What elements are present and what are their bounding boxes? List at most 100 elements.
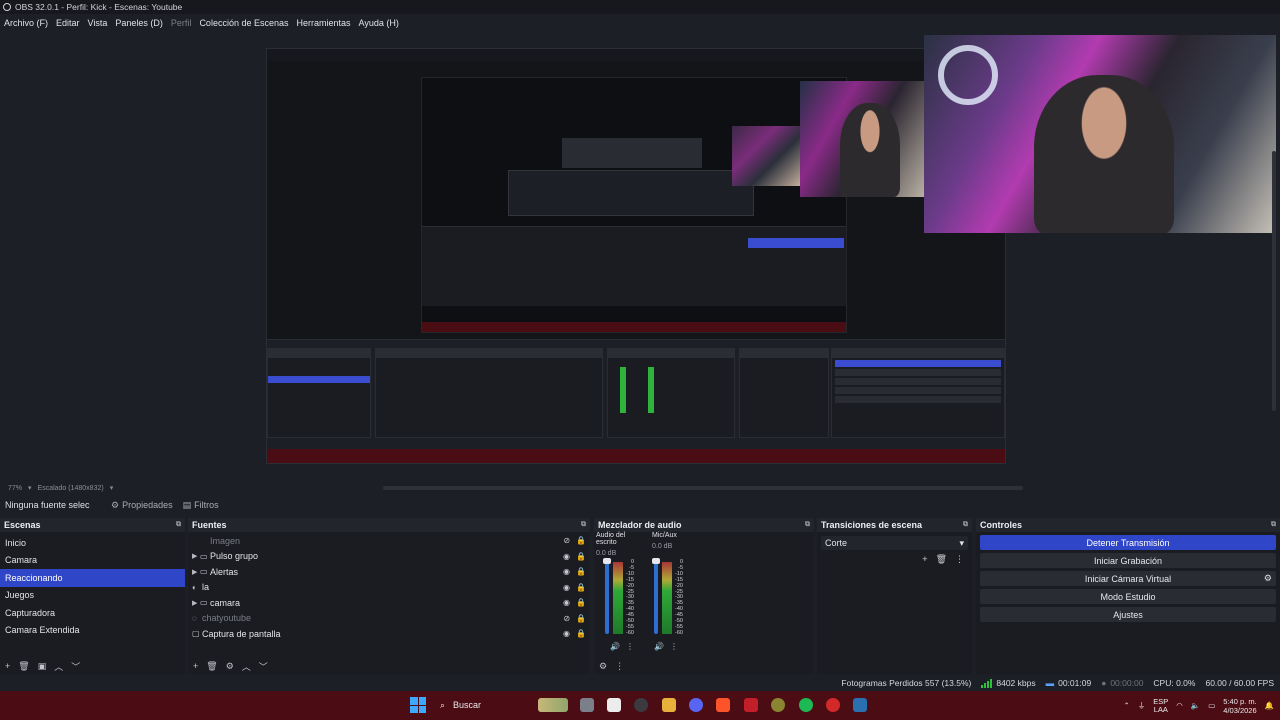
move-down-icon[interactable]: ﹀ (259, 660, 268, 673)
wifi-icon[interactable]: ◠ (1176, 701, 1183, 710)
eye-hidden-icon[interactable]: ⊘ (563, 536, 570, 545)
source-properties-icon[interactable]: ⚙ (226, 661, 234, 672)
expand-arrow-icon[interactable]: ▶ (192, 568, 200, 576)
transition-select[interactable]: Corte ▾ (821, 536, 968, 550)
brave-browser-icon[interactable] (716, 698, 730, 712)
notification-icon[interactable]: 🔔 (1265, 701, 1274, 710)
menu-docks[interactable]: Paneles (D) (115, 18, 163, 28)
recorder-icon[interactable] (826, 698, 840, 712)
more-options-icon[interactable]: ⋮ (615, 661, 624, 672)
remove-transition-icon[interactable]: 🗑 (936, 554, 947, 565)
app-icon[interactable] (771, 698, 785, 712)
eye-icon[interactable]: ◉ (563, 583, 570, 592)
taskbar-search[interactable]: ⌕ Buscar (434, 694, 574, 716)
add-source-icon[interactable]: + (193, 661, 198, 671)
remove-scene-icon[interactable]: 🗑 (18, 661, 29, 672)
file-explorer-icon[interactable] (662, 698, 676, 712)
eye-icon[interactable]: ◉ (563, 567, 570, 576)
dock-float-icon[interactable]: ⧉ (963, 521, 968, 529)
menu-help[interactable]: Ayuda (H) (359, 18, 399, 28)
clock[interactable]: 5:40 p. m. 4/03/2026 (1223, 697, 1256, 715)
preview-scrollbar-vertical[interactable] (1272, 151, 1276, 411)
scene-item-camara-extendida[interactable]: Camara Extendida (0, 622, 185, 640)
start-recording-button[interactable]: Iniciar Grabación (980, 553, 1276, 568)
lock-icon[interactable]: 🔒 (576, 536, 586, 545)
speaker-icon[interactable]: 🔊 (610, 642, 620, 651)
scale-label[interactable]: Escalado (1480x832) (38, 485, 104, 492)
advanced-audio-icon[interactable]: ⚙ (599, 661, 607, 672)
menu-tools[interactable]: Herramientas (297, 18, 351, 28)
add-scene-icon[interactable]: + (5, 661, 10, 671)
volume-slider-knob[interactable] (652, 558, 660, 564)
scene-item-reaccionando[interactable]: Reaccionando (0, 569, 185, 587)
lock-icon[interactable]: 🔒 (576, 552, 586, 561)
volume-slider[interactable] (605, 562, 609, 634)
more-options-icon[interactable]: ⋮ (670, 642, 678, 651)
eye-icon[interactable]: ◉ (563, 629, 570, 638)
scale-dropdown-icon[interactable]: ▾ (110, 484, 114, 492)
app-icon[interactable] (744, 698, 758, 712)
dock-float-icon[interactable]: ⧉ (581, 521, 586, 529)
usb-icon[interactable]: ⏚ (1138, 700, 1146, 711)
obs-taskbar-icon[interactable] (634, 698, 648, 712)
tray-chevron-icon[interactable]: ⌃ (1123, 701, 1129, 710)
source-row[interactable]: ▶ ▭ Alertas ◉ 🔒 (188, 564, 590, 580)
studio-mode-button[interactable]: Modo Estudio (980, 589, 1276, 604)
eye-icon[interactable]: ◉ (563, 598, 570, 607)
add-transition-icon[interactable]: + (922, 554, 927, 565)
lock-icon[interactable]: 🔒 (576, 583, 586, 592)
lock-icon[interactable]: 🔒 (576, 629, 586, 638)
settings-button[interactable]: Ajustes (980, 607, 1276, 622)
scene-filters-icon[interactable]: ▣ (38, 661, 47, 672)
zoom-dropdown-icon[interactable]: ▾ (28, 484, 32, 492)
source-row[interactable]: ▶ ▭ camara ◉ 🔒 (188, 595, 590, 611)
lock-icon[interactable]: 🔒 (576, 598, 586, 607)
lock-icon[interactable]: 🔒 (576, 567, 586, 576)
scene-item-camara[interactable]: Camara (0, 552, 185, 570)
expand-arrow-icon[interactable]: ▶ (192, 552, 200, 560)
dock-float-icon[interactable]: ⧉ (805, 521, 810, 529)
more-options-icon[interactable]: ⋮ (626, 642, 634, 651)
volume-slider[interactable] (654, 562, 658, 634)
expand-arrow-icon[interactable]: ▶ (192, 599, 200, 607)
remove-source-icon[interactable]: 🗑 (206, 661, 217, 672)
gear-icon[interactable]: ⚙ (1264, 573, 1272, 584)
source-row[interactable]: ◐ la ◉ 🔒 (188, 580, 590, 596)
transition-options-icon[interactable]: ⋮ (955, 554, 964, 565)
dock-float-icon[interactable]: ⧉ (176, 521, 181, 529)
eye-icon[interactable]: ◉ (563, 552, 570, 561)
dock-float-icon[interactable]: ⧉ (1271, 521, 1276, 529)
source-row[interactable]: Imagen ⊘ 🔒 (188, 533, 590, 549)
menu-edit[interactable]: Editar (56, 18, 80, 28)
windows-start-icon[interactable] (410, 697, 426, 713)
steam-icon[interactable] (853, 698, 867, 712)
volume-slider-knob[interactable] (603, 558, 611, 564)
move-up-icon[interactable]: ︿ (242, 660, 251, 673)
preview-area[interactable] (0, 31, 1280, 490)
source-row[interactable]: ◌ chatyoutube ⊘ 🔒 (188, 611, 590, 627)
menu-scene-collection[interactable]: Colección de Escenas (199, 18, 288, 28)
eye-hidden-icon[interactable]: ⊘ (563, 614, 570, 623)
move-up-icon[interactable]: ︿ (54, 660, 63, 673)
menu-file[interactable]: Archivo (F) (4, 18, 48, 28)
source-row[interactable]: ▶ ▭ Pulso grupo ◉ 🔒 (188, 549, 590, 565)
volume-icon[interactable]: 🔈 (1191, 701, 1200, 710)
discord-icon[interactable] (689, 698, 703, 712)
stop-stream-button[interactable]: Detener Transmisión (980, 535, 1276, 550)
move-down-icon[interactable]: ﹀ (71, 660, 80, 673)
battery-icon[interactable]: ▭ (1208, 701, 1215, 710)
menu-view[interactable]: Vista (88, 18, 108, 28)
language-indicator[interactable]: ESP LAA (1153, 697, 1168, 714)
scene-item-capturadora[interactable]: Capturadora (0, 604, 185, 622)
properties-button[interactable]: ⚙ Propiedades (106, 500, 178, 511)
lock-icon[interactable]: 🔒 (576, 614, 586, 623)
source-row[interactable]: ▢ Captura de pantalla ◉ 🔒 (188, 626, 590, 642)
scene-item-inicio[interactable]: Inicio (0, 534, 185, 552)
filters-button[interactable]: ▤ Filtros (178, 500, 224, 511)
zoom-level[interactable]: 77% (8, 485, 22, 492)
scene-item-juegos[interactable]: Juegos (0, 587, 185, 605)
speaker-icon[interactable]: 🔊 (654, 642, 664, 651)
notion-icon[interactable] (607, 698, 621, 712)
spotify-icon[interactable] (799, 698, 813, 712)
virtual-camera-button[interactable]: Iniciar Cámara Virtual ⚙ (980, 571, 1276, 586)
